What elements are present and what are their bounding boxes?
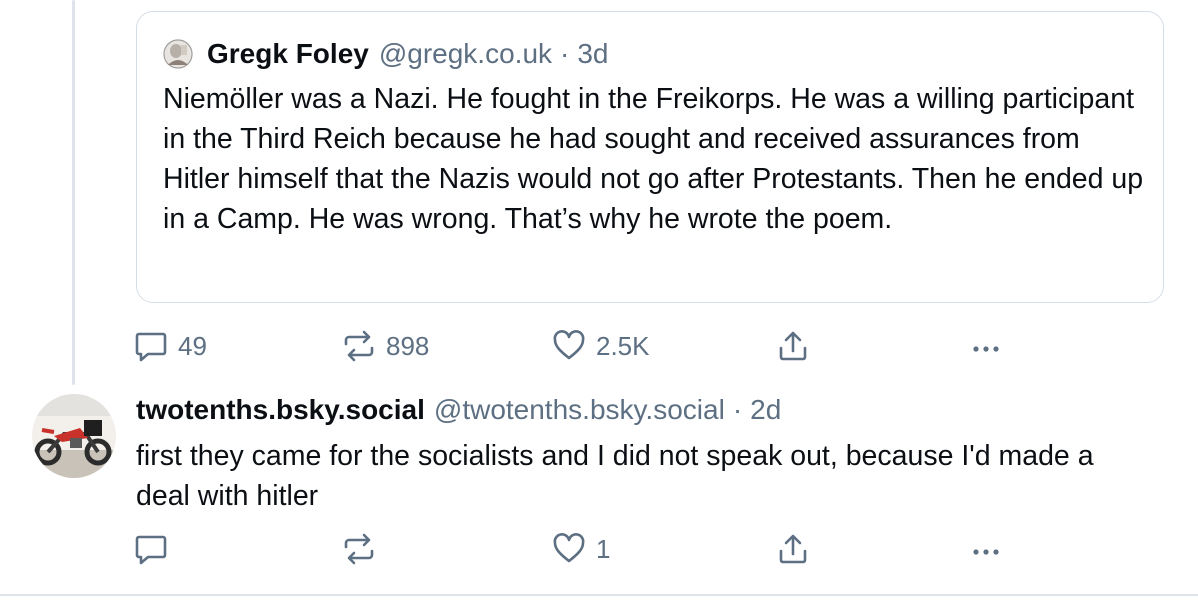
quoted-post-action-bar: 49 898 2.5K xyxy=(134,326,1144,366)
reply-author-handle[interactable]: @twotenths.bsky.social xyxy=(434,394,725,426)
more-options-icon xyxy=(970,329,1004,363)
reply-icon xyxy=(134,329,168,363)
quoted-post-timestamp[interactable]: 3d xyxy=(577,38,608,70)
reply-author-name[interactable]: twotenths.bsky.social xyxy=(136,394,425,426)
share-button[interactable] xyxy=(776,529,810,569)
repost-icon xyxy=(342,532,376,566)
like-button[interactable]: 1 xyxy=(552,529,610,569)
repost-count: 898 xyxy=(386,330,430,361)
like-button[interactable]: 2.5K xyxy=(552,326,650,366)
share-button[interactable] xyxy=(776,326,810,366)
like-count: 2.5K xyxy=(596,330,650,361)
repost-button[interactable]: 898 xyxy=(342,326,429,366)
heart-icon xyxy=(552,329,586,363)
heart-icon xyxy=(552,532,586,566)
like-count: 1 xyxy=(596,533,611,564)
share-icon xyxy=(776,532,810,566)
more-options-button[interactable] xyxy=(970,529,1004,569)
quoted-author-handle[interactable]: @gregk.co.uk xyxy=(379,38,552,70)
reply-post-timestamp[interactable]: 2d xyxy=(750,394,781,426)
more-options-button[interactable] xyxy=(970,326,1004,366)
reply-header-separator: · xyxy=(732,394,743,425)
quoted-post-card[interactable]: Gregk Foley @gregk.co.uk · 3d Niemöller … xyxy=(136,11,1164,303)
reply-icon xyxy=(134,532,168,566)
quoted-post-text: Niemöller was a Nazi. He fought in the F… xyxy=(163,83,1144,235)
quoted-post-header: Gregk Foley @gregk.co.uk · 3d xyxy=(163,38,609,70)
repost-button[interactable] xyxy=(342,529,386,569)
reply-post-header: twotenths.bsky.social @twotenths.bsky.so… xyxy=(136,394,781,426)
repost-icon xyxy=(342,329,376,363)
quoted-author-avatar[interactable] xyxy=(163,39,193,69)
reply-post-action-bar: 1 xyxy=(134,529,1144,569)
more-options-icon xyxy=(970,532,1004,566)
reply-count: 49 xyxy=(178,330,207,361)
post-divider xyxy=(0,594,1198,596)
share-icon xyxy=(776,329,810,363)
reply-button[interactable] xyxy=(134,529,178,569)
quoted-author-name[interactable]: Gregk Foley xyxy=(207,38,369,70)
reply-post-text: first they came for the socialists and I… xyxy=(136,440,1094,512)
reply-button[interactable]: 49 xyxy=(134,326,207,366)
thread-connector-line xyxy=(72,0,75,385)
quoted-header-separator: · xyxy=(560,38,570,69)
reply-author-avatar[interactable] xyxy=(32,394,116,478)
